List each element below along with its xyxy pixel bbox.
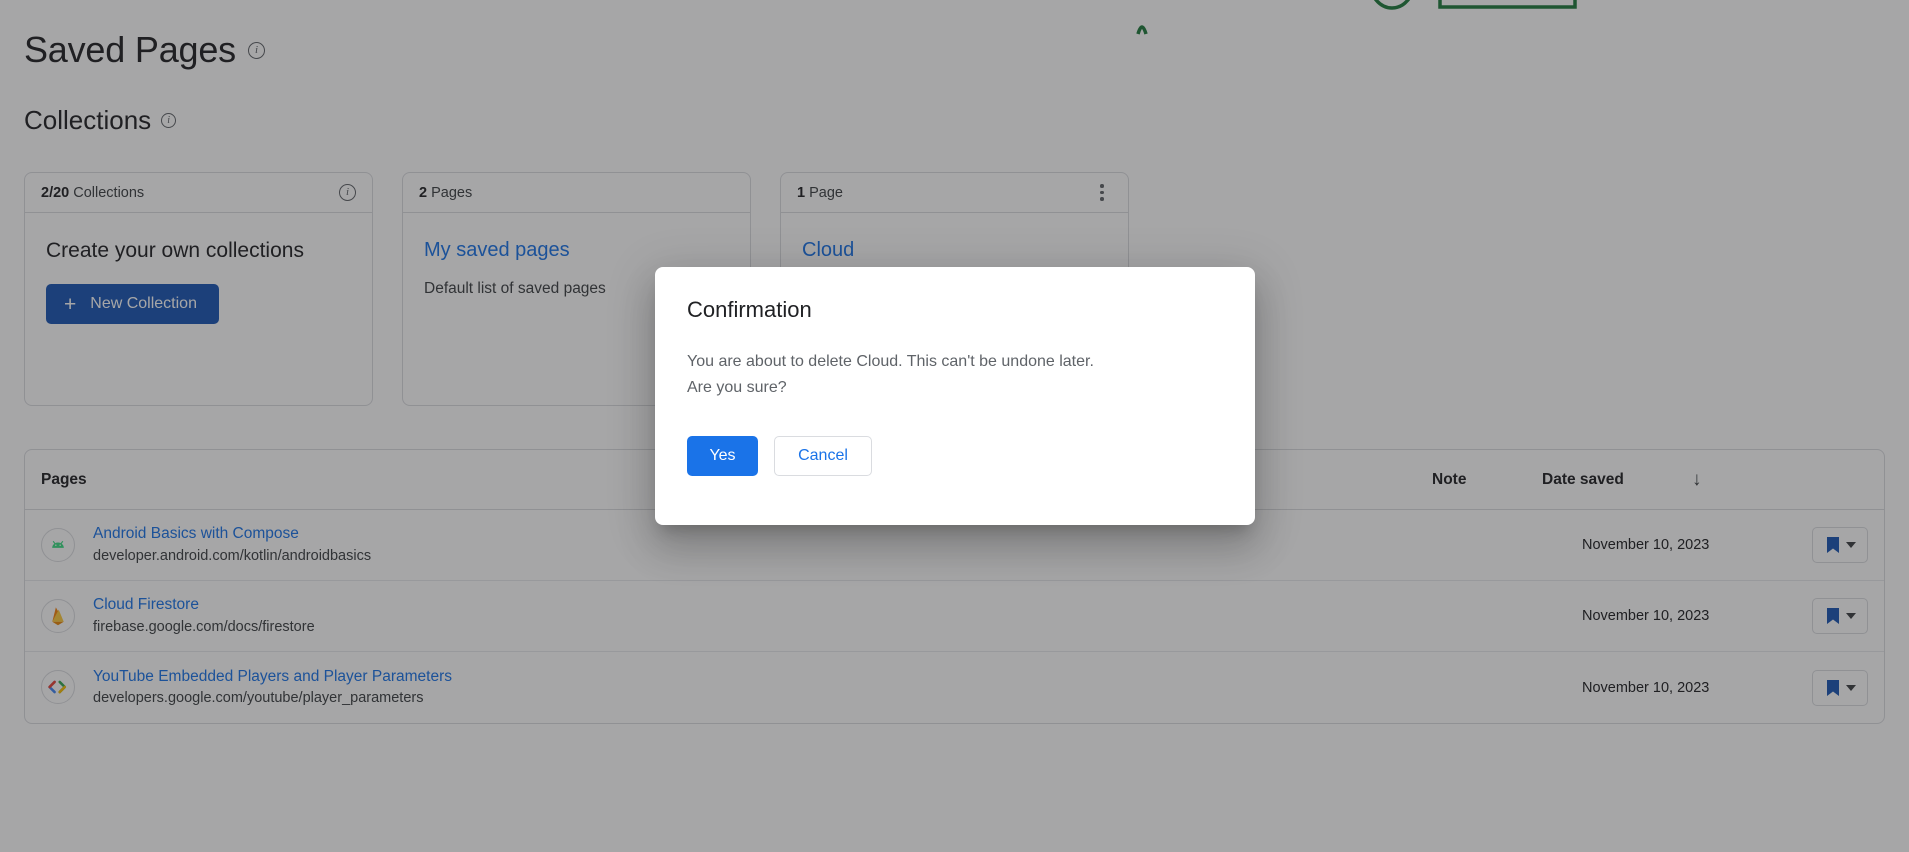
dialog-actions: Yes Cancel	[687, 436, 1223, 476]
dialog-message: You are about to delete Cloud. This can'…	[687, 349, 1117, 401]
confirmation-dialog: Confirmation You are about to delete Clo…	[655, 267, 1255, 525]
dialog-title: Confirmation	[687, 297, 1223, 323]
confirm-yes-button[interactable]: Yes	[687, 436, 758, 476]
cancel-button[interactable]: Cancel	[774, 436, 872, 476]
